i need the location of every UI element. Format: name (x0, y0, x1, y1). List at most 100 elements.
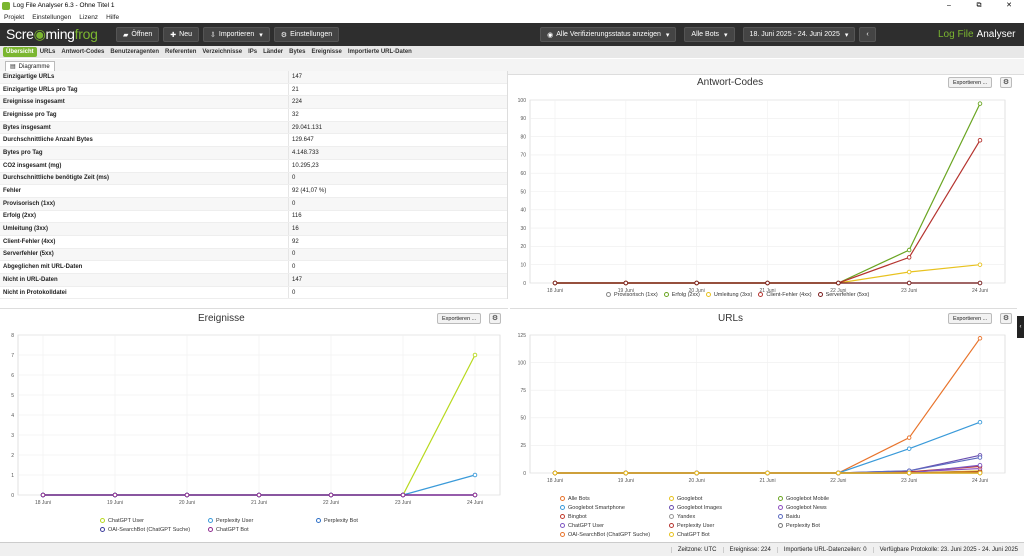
legend-marker (669, 532, 674, 537)
tab-ips[interactable]: IPs (245, 47, 260, 57)
tab-länder[interactable]: Länder (260, 47, 286, 57)
legend-item[interactable]: Alle Bots (560, 494, 663, 503)
legend-item[interactable]: Googlebot Smartphone (560, 503, 663, 512)
data-point (836, 470, 841, 476)
legend-item[interactable]: Perplexity User (208, 516, 310, 525)
stat-value: 92 (41,07 %) (288, 185, 326, 197)
tab-ereignisse[interactable]: Ereignisse (308, 47, 344, 57)
previous-button[interactable]: ‹ (859, 27, 876, 42)
legend-item[interactable]: ChatGPT Bot (669, 530, 772, 539)
stat-value: 92 (288, 235, 299, 248)
legend-item[interactable]: Perplexity User (669, 521, 772, 530)
stat-label: Bytes insgesamt (3, 124, 51, 131)
data-point (906, 280, 912, 286)
menu-einstellungen[interactable]: Einstellungen (28, 14, 75, 21)
legend-item[interactable]: ChatGPT Bot (208, 525, 310, 534)
response-codes-chart: 010203040506070809010018 Juni 19 Juni 20 J… (518, 98, 1006, 294)
legend-item[interactable]: Perplexity Bot (778, 521, 881, 530)
tab-importierte-url-daten[interactable]: Importierte URL-Daten (345, 47, 415, 57)
tab-verzeichnisse[interactable]: Verzeichnisse (199, 47, 245, 57)
legend-item[interactable]: Serverfehler (5xx) (817, 290, 869, 299)
y-tick-label: 6 (11, 373, 14, 379)
legend-label: Googlebot Mobile (786, 495, 830, 502)
minimize-button[interactable]: – (934, 0, 964, 11)
y-tick-label: 25 (520, 443, 526, 449)
x-tick-label: 24 Juni (972, 478, 988, 484)
tab-urls[interactable]: URLs (37, 47, 59, 57)
legend-item[interactable]: Googlebot News (778, 503, 881, 512)
x-tick-label: 24 Juni (467, 500, 483, 506)
stats-row: Fehler 92 (41,07 %) (0, 185, 507, 198)
restore-button[interactable]: ⧉ (964, 0, 994, 11)
collapse-side-panel-icon[interactable]: ‹ (1017, 316, 1024, 338)
bots-dropdown[interactable]: Alle Bots (684, 27, 735, 42)
data-point (256, 492, 262, 498)
gear-icon[interactable]: ⚙ (1000, 313, 1012, 324)
stats-row: Ereignisse insgesamt 224 (0, 96, 507, 110)
legend-item[interactable]: ChatGPT User (100, 516, 202, 525)
y-tick-label: 0 (11, 493, 14, 499)
legend-item[interactable]: Googlebot Mobile (778, 494, 881, 503)
legend-item[interactable]: Bingbot (560, 512, 663, 521)
legend-item[interactable]: Umleitung (3xx) (705, 290, 753, 299)
legend-item[interactable]: Googlebot Images (669, 503, 772, 512)
gear-icon[interactable]: ⚙ (489, 313, 501, 324)
data-point (40, 492, 46, 498)
export-button[interactable]: Exportieren ... (948, 313, 993, 324)
data-point (977, 463, 983, 468)
tab-übersicht[interactable]: Übersicht (3, 47, 37, 57)
stats-row: Bytes pro Tag 4.148.733 (0, 147, 507, 160)
export-button[interactable]: Exportieren ... (437, 313, 482, 324)
stat-label: Provisorisch (1xx) (3, 200, 56, 207)
legend-item[interactable]: Baidu (778, 512, 881, 521)
legend-item[interactable]: Client-Fehler (4xx) (758, 290, 812, 299)
stat-value: 129.647 (288, 134, 314, 147)
y-tick-label: 50 (520, 416, 526, 422)
legend-item[interactable]: OAI-SearchBot (ChatGPT Suche) (560, 530, 663, 539)
stats-row: Einzigartige URLs pro Tag 21 (0, 83, 507, 97)
window-title: Log File Analyser 6.3 - Ohne Titel 1 (13, 2, 115, 9)
y-tick-label: 50 (520, 189, 526, 195)
open-button[interactable]: ▰ Öffnen (116, 27, 160, 42)
settings-button[interactable]: ⚙ Einstellungen (273, 27, 340, 42)
legend-item[interactable]: Yandex (669, 512, 772, 521)
import-button[interactable]: ⇩ Importieren (203, 27, 270, 42)
legend-item[interactable]: Perplexity Bot (316, 516, 418, 525)
y-tick-label: 100 (518, 98, 527, 104)
tab-benutzeragenten[interactable]: Benutzeragenten (107, 47, 162, 57)
date-range-picker[interactable]: 18. Juni 2025 - 24. Juni 2025 (742, 27, 856, 42)
legend-label: Googlebot Smartphone (568, 504, 625, 511)
legend-marker (560, 523, 565, 528)
legend-item[interactable]: Provisorisch (1xx) (606, 290, 658, 299)
data-point (623, 470, 629, 476)
menu-hilfe[interactable]: Hilfe (102, 14, 123, 21)
data-point (694, 280, 699, 286)
data-point (472, 492, 478, 498)
export-button[interactable]: Exportieren ... (948, 77, 993, 88)
legend-item[interactable]: Erfolg (2xx) (663, 290, 700, 299)
gear-icon: ⚙ (280, 31, 288, 39)
title-bar: Log File Analyser 6.3 - Ohne Titel 1 – ⧉… (0, 0, 1024, 11)
stats-row: Umleitung (3xx) 16 (0, 223, 507, 236)
tab-antwort-codes[interactable]: Antwort-Codes (58, 47, 107, 57)
x-tick-label: 18 Juni (547, 288, 563, 294)
legend-label: ChatGPT Bot (216, 526, 249, 533)
verification-status-dropdown[interactable]: ◉ Alle Verifizierungsstatus anzeigen (540, 27, 677, 42)
menu-projekt[interactable]: Projekt (0, 14, 28, 21)
legend-item[interactable]: Googlebot (669, 494, 772, 503)
tab-referenten[interactable]: Referenten (162, 47, 199, 57)
legend-item[interactable]: OAI-SearchBot (ChatGPT Suche) (100, 525, 202, 534)
legend-item[interactable]: ChatGPT User (560, 521, 663, 530)
close-button[interactable]: ✕ (994, 0, 1024, 11)
gear-icon[interactable]: ⚙ (1000, 77, 1012, 88)
x-tick-label: 23 Juni (901, 478, 917, 484)
stats-row: Nicht in URL-Daten 147 (0, 274, 507, 287)
legend-label: Googlebot (677, 495, 703, 502)
new-button[interactable]: ✚ Neu (163, 27, 199, 42)
legend-label: Umleitung (3xx) (713, 291, 753, 298)
stat-label: Fehler (3, 188, 22, 195)
stat-label: Nicht in URL-Daten (3, 276, 58, 283)
stat-label: Einzigartige URLs pro Tag (3, 86, 78, 93)
menu-lizenz[interactable]: Lizenz (75, 14, 102, 21)
tab-bytes[interactable]: Bytes (286, 47, 308, 57)
